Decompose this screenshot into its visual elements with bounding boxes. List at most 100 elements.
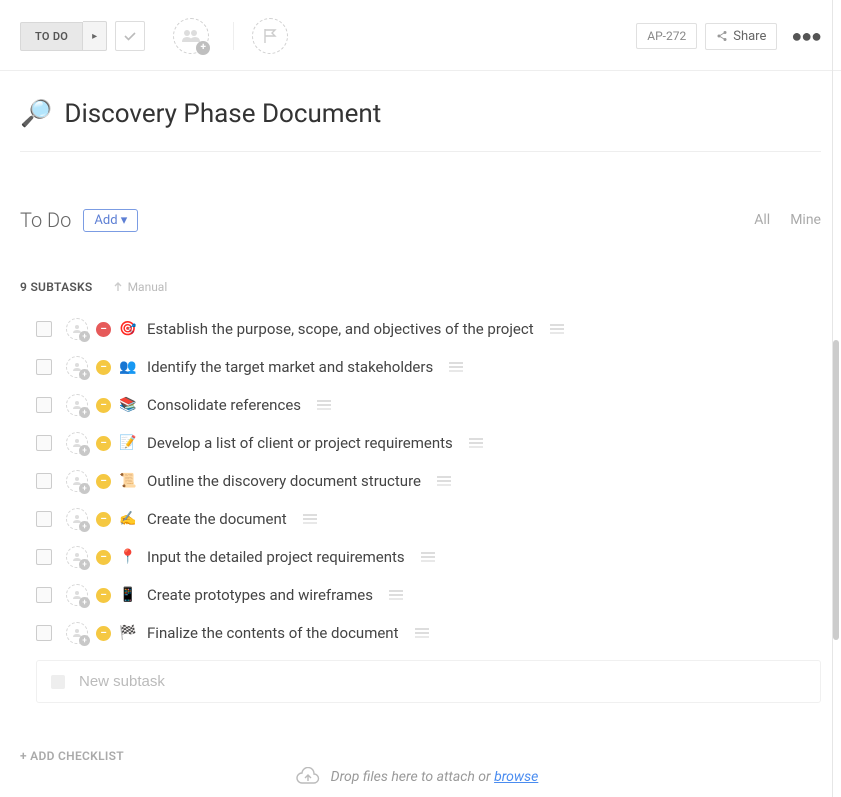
subtask-assignee-picker[interactable]: + <box>66 622 88 644</box>
plus-badge-icon: + <box>79 407 90 418</box>
subtask-row[interactable]: +–👥Identify the target market and stakeh… <box>36 348 821 386</box>
subtask-title[interactable]: Input the detailed project requirements <box>147 548 405 566</box>
share-label: Share <box>733 29 766 44</box>
subtask-assignee-picker[interactable]: + <box>66 470 88 492</box>
subtask-emoji-icon: 🏁 <box>119 625 137 641</box>
subtask-checkbox[interactable] <box>36 435 52 451</box>
subtask-title[interactable]: Identify the target market and stakehold… <box>147 358 433 376</box>
task-title[interactable]: Discovery Phase Document <box>64 99 381 129</box>
subtask-emoji-icon: 🎯 <box>119 321 137 337</box>
new-subtask-row[interactable] <box>36 660 821 703</box>
subtask-assignee-picker[interactable]: + <box>66 356 88 378</box>
priority-flag-icon[interactable]: – <box>96 626 111 641</box>
description-indicator-icon <box>303 514 317 524</box>
subtask-assignee-picker[interactable]: + <box>66 432 88 454</box>
subtask-checkbox[interactable] <box>36 473 52 489</box>
subtask-title[interactable]: Consolidate references <box>147 396 301 414</box>
subtask-emoji-icon: 📱 <box>119 587 137 603</box>
sort-label-text: Manual <box>128 280 168 294</box>
share-button[interactable]: Share <box>705 23 777 50</box>
subtask-assignee-picker[interactable]: + <box>66 318 88 340</box>
subtask-row[interactable]: +–✍️ Create the document <box>36 500 821 538</box>
priority-flag-icon[interactable]: – <box>96 436 111 451</box>
subtask-assignee-picker[interactable]: + <box>66 508 88 530</box>
add-subtask-button[interactable]: Add ▾ <box>83 209 138 232</box>
toolbar: TO DO ▸ + AP-272 Share ●●● <box>0 0 841 71</box>
description-indicator-icon <box>437 476 451 486</box>
flag-icon <box>263 28 277 44</box>
mark-complete-button[interactable] <box>115 21 145 51</box>
subtask-list: +–🎯Establish the purpose, scope, and obj… <box>20 310 821 652</box>
subtask-assignee-picker[interactable]: + <box>66 546 88 568</box>
assignee-picker[interactable]: + <box>173 18 209 54</box>
subtask-title[interactable]: Outline the discovery document structure <box>147 472 421 490</box>
subtask-checkbox[interactable] <box>36 359 52 375</box>
attachment-dropzone[interactable]: Drop files here to attach or browse <box>0 767 833 787</box>
subtask-row[interactable]: +–🎯 Establish the purpose, scope, and obj… <box>36 310 821 348</box>
description-indicator-icon <box>550 324 564 334</box>
status-caret[interactable]: ▸ <box>83 21 107 51</box>
filter-all[interactable]: All <box>754 212 770 228</box>
subtask-row[interactable]: +–🏁 Finalize the contents of the document <box>36 614 821 652</box>
subtask-title[interactable]: Establish the purpose, scope, and object… <box>147 320 534 338</box>
filter-mine[interactable]: Mine <box>790 212 821 228</box>
plus-badge-icon: + <box>79 559 90 570</box>
subtask-title[interactable]: Create the document <box>147 510 287 528</box>
priority-flag-icon[interactable]: – <box>96 474 111 489</box>
subtask-checkbox[interactable] <box>36 511 52 527</box>
subtask-emoji-icon: ✍️ <box>119 511 137 527</box>
subtask-row[interactable]: +–📝 Develop a list of client or project r… <box>36 424 821 462</box>
plus-badge-icon: + <box>79 521 90 532</box>
plus-badge-icon: + <box>79 635 90 646</box>
subtask-assignee-picker[interactable]: + <box>66 584 88 606</box>
priority-flag-icon[interactable]: – <box>96 322 111 337</box>
cloud-upload-icon <box>295 767 321 787</box>
task-title-row: 🔎 Discovery Phase Document <box>20 99 821 152</box>
sort-mode[interactable]: Manual <box>113 280 168 294</box>
flag-picker[interactable] <box>252 18 288 54</box>
description-indicator-icon <box>469 438 483 448</box>
more-menu-button[interactable]: ●●● <box>791 26 821 47</box>
subtask-section-header: To Do Add ▾ All Mine <box>20 208 821 232</box>
description-indicator-icon <box>415 628 429 638</box>
subtask-checkbox[interactable] <box>36 625 52 641</box>
subtask-assignee-picker[interactable]: + <box>66 394 88 416</box>
description-indicator-icon <box>449 362 463 372</box>
priority-flag-icon[interactable]: – <box>96 398 111 413</box>
priority-flag-icon[interactable]: – <box>96 550 111 565</box>
subtask-row[interactable]: +–📚Consolidate references <box>36 386 821 424</box>
priority-flag-icon[interactable]: – <box>96 588 111 603</box>
subtask-emoji-icon: 📜 <box>119 473 137 489</box>
new-subtask-checkbox-icon <box>51 675 65 689</box>
priority-flag-icon[interactable]: – <box>96 360 111 375</box>
new-subtask-input[interactable] <box>79 673 806 690</box>
plus-badge-icon: + <box>79 445 90 456</box>
scrollbar-thumb[interactable] <box>833 340 839 640</box>
ticket-id[interactable]: AP-272 <box>636 23 697 49</box>
dropzone-browse-link[interactable]: browse <box>494 769 538 785</box>
status-selector[interactable]: TO DO ▸ <box>20 21 107 51</box>
description-indicator-icon <box>389 590 403 600</box>
subtask-row[interactable]: +–📱 Create prototypes and wireframes <box>36 576 821 614</box>
arrow-up-icon <box>113 282 123 292</box>
subtask-emoji-icon: 📍 <box>119 549 137 565</box>
subtask-checkbox[interactable] <box>36 549 52 565</box>
subtask-title[interactable]: Create prototypes and wireframes <box>147 586 373 604</box>
plus-badge-icon: + <box>79 483 90 494</box>
subtask-row[interactable]: +–📍 Input the detailed project requiremen… <box>36 538 821 576</box>
priority-flag-icon[interactable]: – <box>96 512 111 527</box>
subtask-count: 9 SUBTASKS <box>20 280 93 294</box>
subtask-checkbox[interactable] <box>36 321 52 337</box>
description-indicator-icon <box>421 552 435 562</box>
subtask-row[interactable]: +–📜 Outline the discovery document struct… <box>36 462 821 500</box>
subtask-emoji-icon: 📝 <box>119 435 137 451</box>
check-icon <box>122 28 138 44</box>
subtask-checkbox[interactable] <box>36 397 52 413</box>
status-button[interactable]: TO DO <box>20 22 83 51</box>
share-icon <box>716 30 728 42</box>
subtask-title[interactable]: Finalize the contents of the document <box>147 624 399 642</box>
add-checklist-button[interactable]: + ADD CHECKLIST <box>20 749 821 763</box>
subtask-title[interactable]: Develop a list of client or project requ… <box>147 434 453 452</box>
subtask-checkbox[interactable] <box>36 587 52 603</box>
title-emoji-icon: 🔎 <box>20 99 52 129</box>
